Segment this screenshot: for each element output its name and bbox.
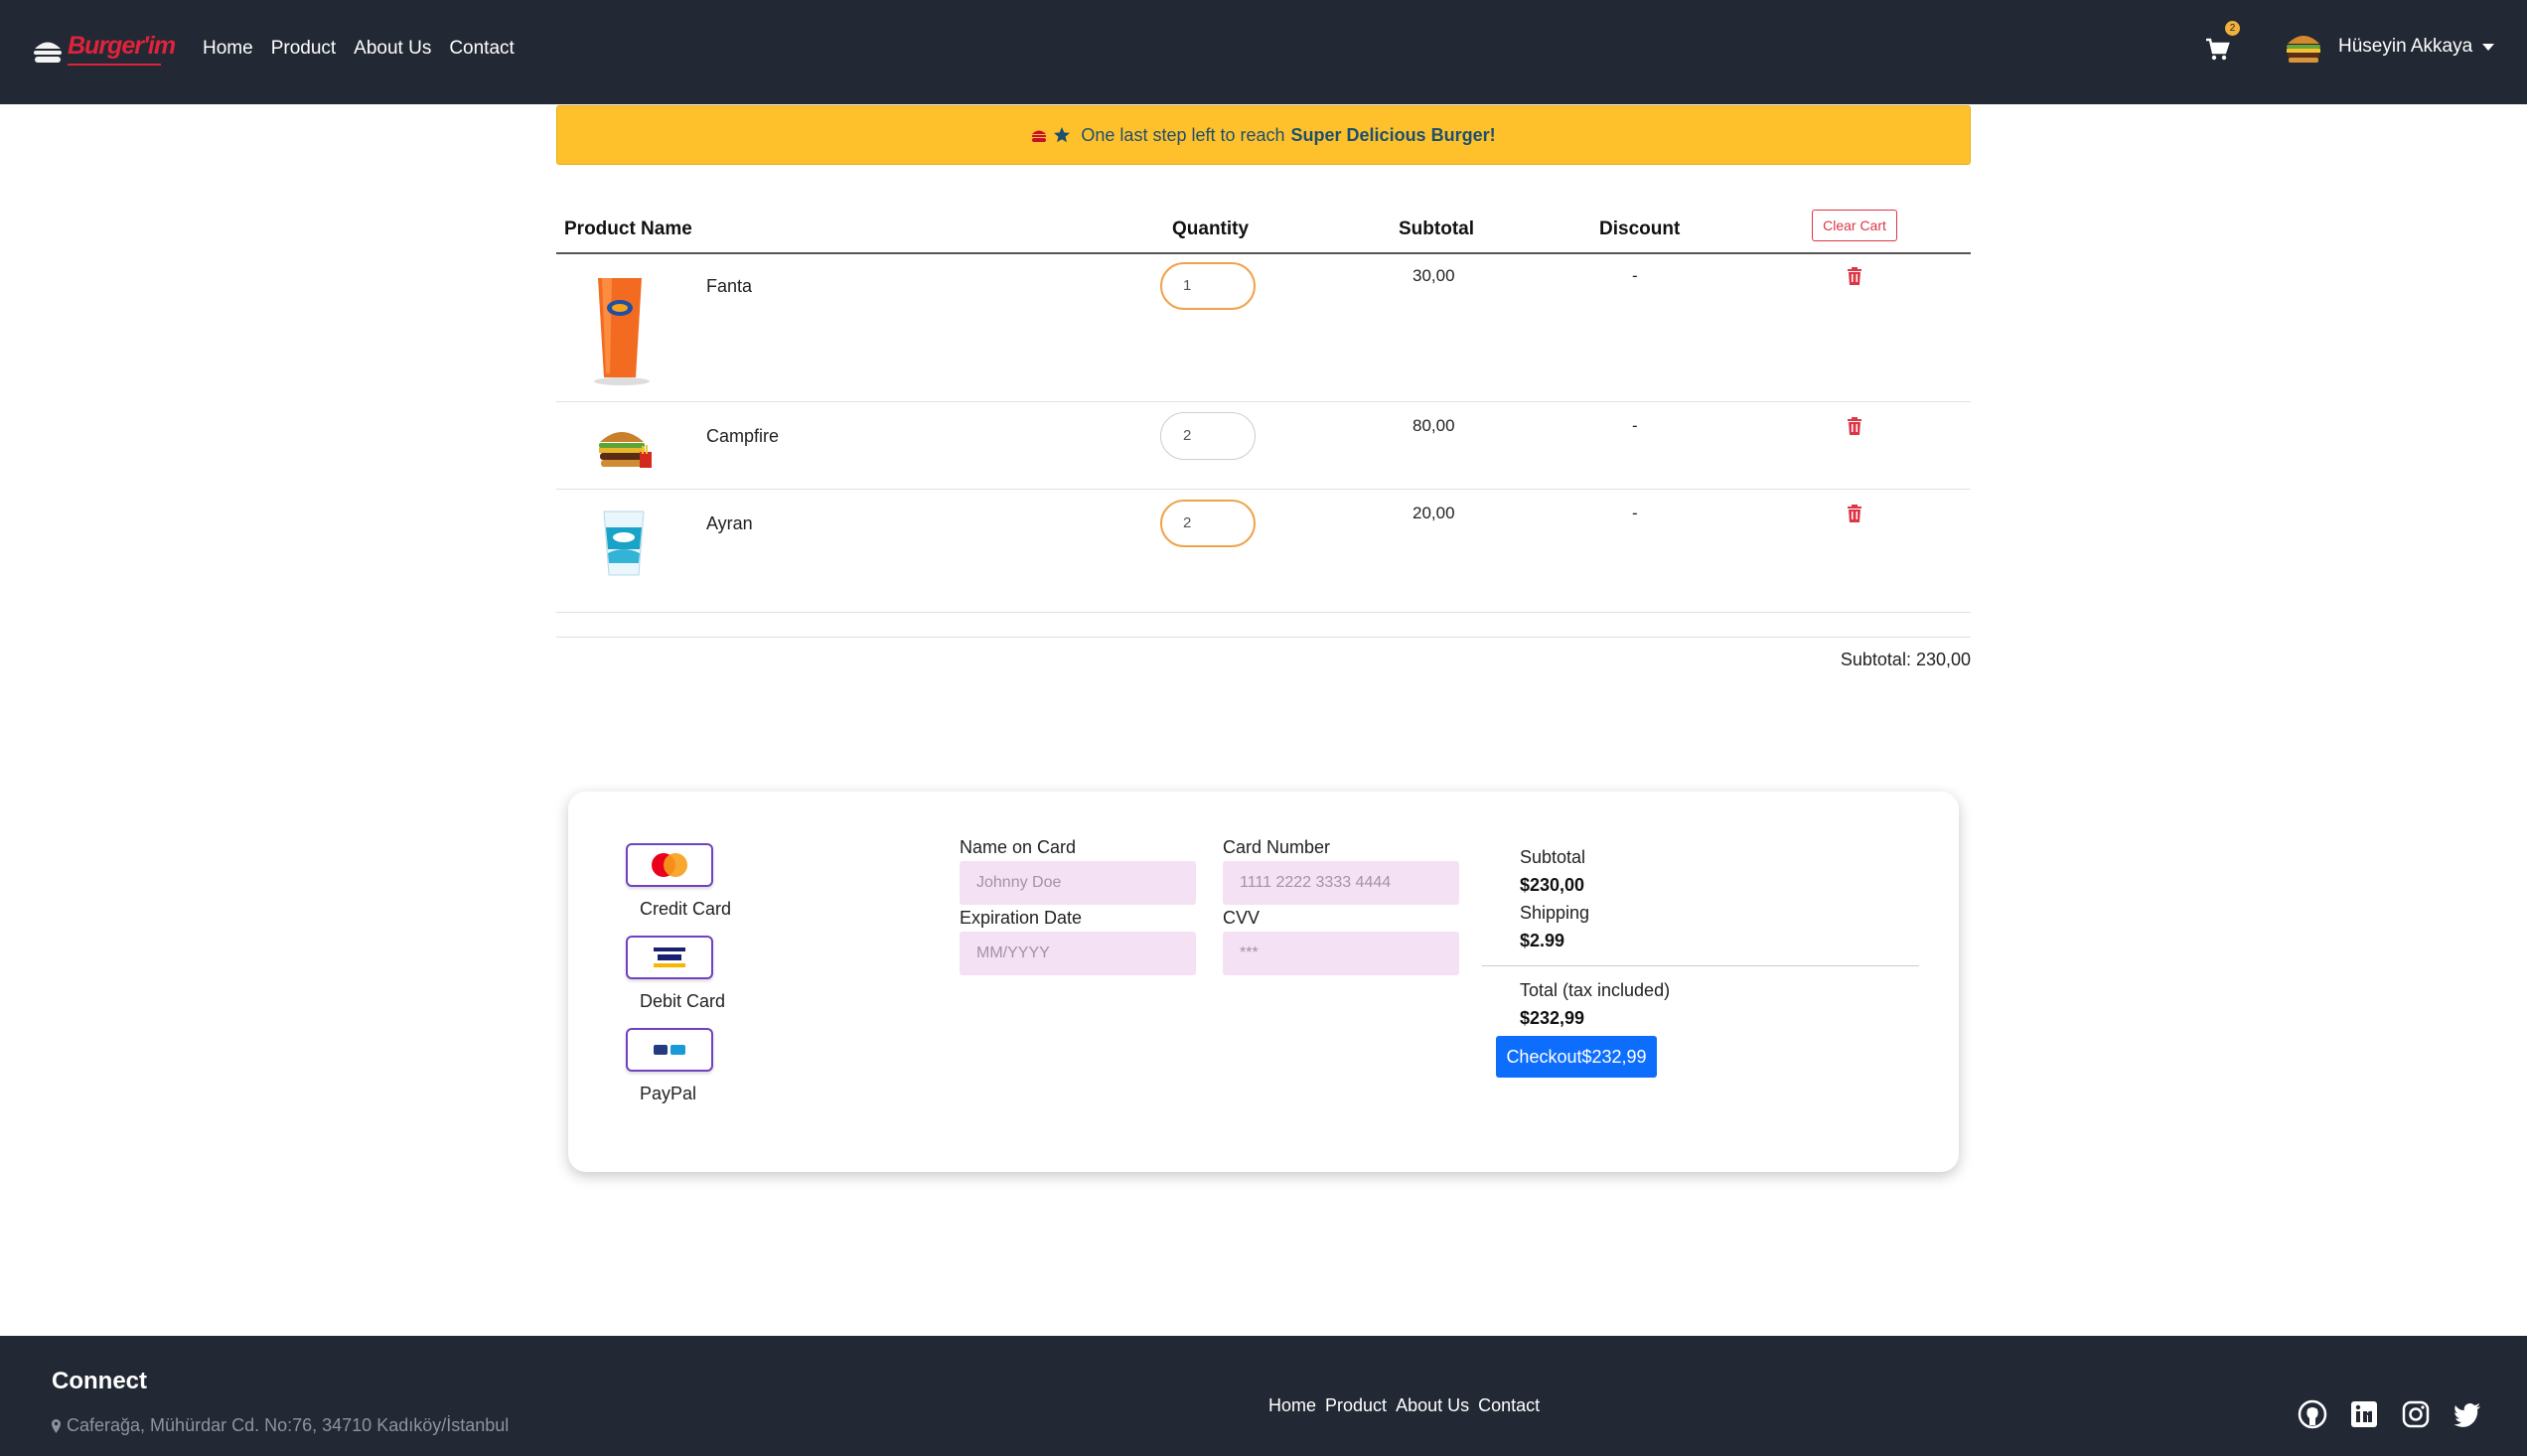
payment-method-credit-card[interactable]: Credit Card: [626, 843, 731, 920]
footer-contact-link[interactable]: Contact: [1478, 1395, 1540, 1416]
cart-row-fanta: Fanta 1 30,00 -: [556, 254, 1971, 402]
brand-underline: [68, 64, 161, 66]
footer-about-link[interactable]: About Us: [1396, 1395, 1469, 1416]
row-discount: -: [1632, 416, 1638, 435]
social-links: [2298, 1399, 2482, 1429]
instagram-icon[interactable]: [2401, 1399, 2431, 1429]
row-subtotal: 80,00: [1412, 416, 1455, 435]
quantity-input[interactable]: 2: [1160, 500, 1256, 547]
card-number-input[interactable]: 1111 2222 3333 4444: [1223, 861, 1459, 905]
paypal-icon: [654, 1045, 685, 1055]
nav-home-link[interactable]: Home: [203, 38, 253, 60]
product-name: Ayran: [706, 513, 753, 533]
row-subtotal: 20,00: [1412, 504, 1455, 522]
credit-card-option-button[interactable]: [626, 843, 713, 887]
paypal-label: PayPal: [640, 1084, 697, 1103]
paypal-option-button[interactable]: [626, 1028, 713, 1072]
summary-divider: [1482, 965, 1919, 966]
checkout-button[interactable]: Checkout$232,99: [1496, 1036, 1657, 1078]
alert-highlight: Super Delicious Burger!: [1290, 124, 1496, 145]
location-pin-icon: [52, 1418, 61, 1433]
row-discount: -: [1632, 504, 1638, 522]
card-number-label: Card Number: [1223, 837, 1331, 857]
cart-row-campfire: Campfire 2 80,00 -: [556, 402, 1971, 490]
cart-table: Product Name Quantity Subtotal Discount …: [556, 207, 1971, 669]
name-on-card-input[interactable]: Johnny Doe: [960, 861, 1196, 905]
user-avatar-burger-icon: [2287, 36, 2320, 63]
cart-row-ayran: Ayran 2 20,00 -: [556, 490, 1971, 613]
trash-icon[interactable]: [1847, 505, 1862, 522]
quantity-input[interactable]: 1: [1160, 262, 1256, 310]
payment-card: Credit Card Debit Card PayPal Name on Ca…: [568, 792, 1959, 1172]
payment-method-paypal[interactable]: PayPal: [626, 1028, 713, 1104]
linkedin-icon[interactable]: [2349, 1399, 2379, 1429]
burger-icon: [1032, 130, 1047, 142]
header-subtotal: Subtotal: [1399, 218, 1474, 239]
header-quantity: Quantity: [1172, 218, 1250, 239]
summary-total-value: $232,99: [1520, 1008, 1585, 1028]
footer-address: Caferağa, Mühürdar Cd. No:76, 34710 Kadı…: [52, 1415, 509, 1436]
github-icon[interactable]: [2298, 1399, 2327, 1429]
row-subtotal: 30,00: [1412, 266, 1455, 285]
brand-logo[interactable]: Burger'im: [32, 32, 176, 72]
twitter-icon[interactable]: [2453, 1399, 2482, 1429]
clear-cart-button[interactable]: Clear Cart: [1812, 210, 1897, 241]
footer-address-text: Caferağa, Mühürdar Cd. No:76, 34710 Kadı…: [67, 1415, 510, 1435]
expiration-date-input[interactable]: MM/YYYY: [960, 932, 1196, 975]
debit-card-option-button[interactable]: [626, 936, 713, 979]
trash-icon[interactable]: [1847, 417, 1862, 435]
row-discount: -: [1632, 266, 1638, 285]
cart-icon[interactable]: [2204, 36, 2230, 62]
expiration-date-label: Expiration Date: [960, 908, 1083, 928]
user-menu[interactable]: Hüseyin Akkaya: [2285, 30, 2495, 64]
nav-links: Home Product About Us Contact: [203, 38, 515, 60]
campfire-burger-image: [599, 432, 652, 468]
debit-card-label: Debit Card: [640, 991, 726, 1011]
table-footer-divider: [556, 613, 1971, 638]
summary-subtotal-value: $230,00: [1520, 875, 1585, 895]
brand-name: Burger'im: [68, 32, 176, 60]
summary-subtotal-label: Subtotal: [1520, 847, 1586, 867]
alert-text: One last step left to reach: [1081, 124, 1285, 145]
footer-title: Connect: [52, 1368, 147, 1394]
cart-count-badge: 2: [2225, 21, 2240, 36]
reward-progress-alert: One last step left to reach Super Delici…: [556, 105, 1971, 165]
nav-about-link[interactable]: About Us: [354, 38, 431, 60]
quantity-input[interactable]: 2: [1160, 412, 1256, 460]
footer-product-link[interactable]: Product: [1325, 1395, 1387, 1416]
summary-total-label: Total (tax included): [1520, 980, 1671, 1000]
cvv-label: CVV: [1223, 908, 1261, 928]
star-icon: [1054, 127, 1071, 143]
footer: Connect Caferağa, Mühürdar Cd. No:76, 34…: [0, 1336, 2527, 1456]
summary-shipping-label: Shipping: [1520, 903, 1590, 923]
trash-icon[interactable]: [1847, 267, 1862, 285]
summary-shipping-value: $2.99: [1520, 931, 1565, 950]
user-dropdown-caret-icon: [2482, 43, 2495, 51]
name-on-card-label: Name on Card: [960, 837, 1077, 857]
ayran-product-image: [603, 510, 645, 576]
payment-method-debit-card[interactable]: Debit Card: [626, 936, 725, 1012]
fanta-product-image: [594, 278, 650, 385]
credit-card-label: Credit Card: [640, 899, 732, 919]
header-product-name: Product Name: [564, 218, 692, 239]
footer-home-link[interactable]: Home: [1268, 1395, 1316, 1416]
header-discount: Discount: [1599, 218, 1681, 239]
cart-subtotal: Subtotal: 230,00: [1840, 650, 1971, 669]
user-name: Hüseyin Akkaya: [2338, 36, 2473, 57]
cart-table-header: Product Name Quantity Subtotal Discount …: [556, 207, 1971, 254]
product-name: Campfire: [706, 426, 780, 446]
nav-contact-link[interactable]: Contact: [449, 38, 514, 60]
navbar: Burger'im Home Product About Us Contact …: [0, 0, 2527, 104]
product-name: Fanta: [706, 276, 753, 296]
cvv-input[interactable]: ***: [1223, 932, 1459, 975]
mastercard-icon: [652, 853, 687, 877]
footer-links: Home Product About Us Contact: [1268, 1395, 1540, 1416]
burger-logo-icon: [34, 42, 62, 63]
visa-icon: [654, 947, 685, 967]
nav-product-link[interactable]: Product: [271, 38, 336, 60]
